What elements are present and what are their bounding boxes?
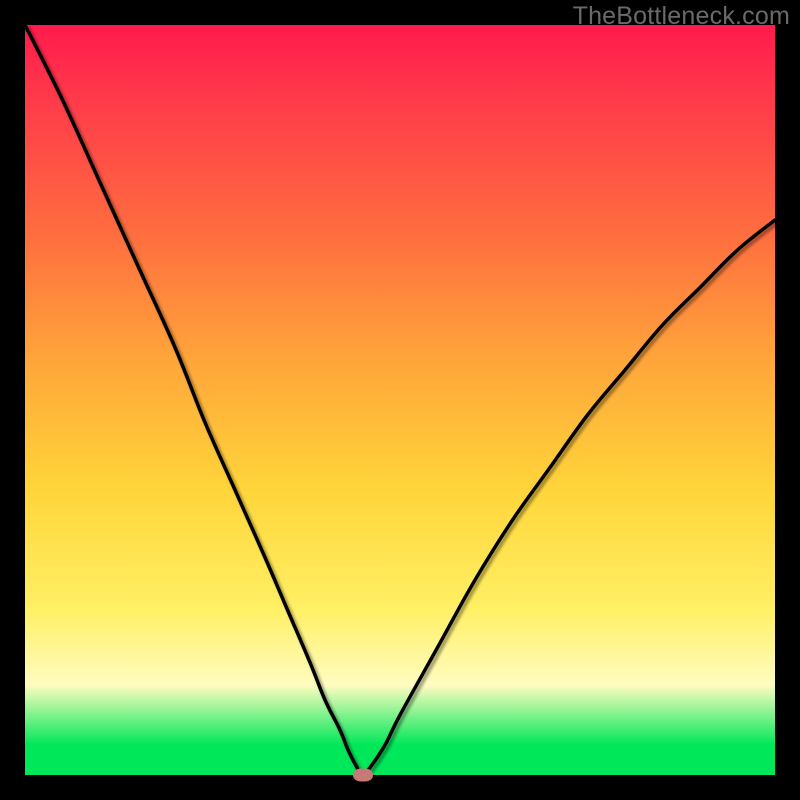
curve-svg <box>25 25 775 775</box>
curve-shadow <box>28 28 778 778</box>
optimum-marker <box>353 769 373 782</box>
bottleneck-curve <box>25 25 775 775</box>
watermark-text: TheBottleneck.com <box>573 2 790 31</box>
plot-area <box>25 25 775 775</box>
chart-container: TheBottleneck.com <box>0 0 800 800</box>
